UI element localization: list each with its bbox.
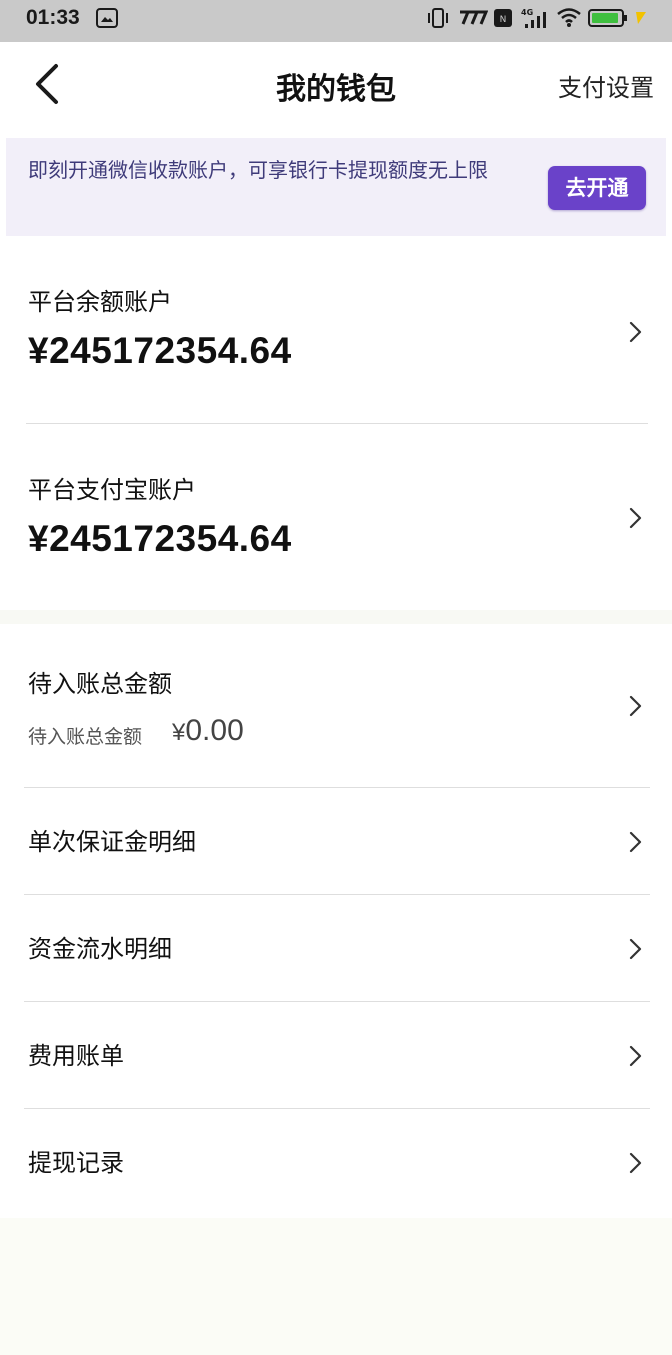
banner-text: 即刻开通微信收款账户，可享银行卡提现额度无上限	[28, 158, 488, 182]
pending-label: 待入账总金额	[28, 670, 172, 698]
status-bar: 01:33 N 4G	[0, 0, 672, 42]
pending-sub-label: 待入账总金额	[28, 726, 143, 748]
activate-button[interactable]: 去开通	[548, 166, 646, 210]
section-separator	[0, 610, 672, 624]
currency-symbol: ¥	[172, 719, 186, 746]
menu-label: 费用账单	[28, 1042, 124, 1070]
network-speed-icon	[458, 10, 489, 30]
wifi-icon	[556, 6, 582, 32]
account-label: 平台余额账户	[28, 288, 172, 316]
nfc-icon: N	[493, 8, 513, 32]
gallery-icon	[96, 8, 118, 32]
pending-amount-value: 0.00	[185, 714, 244, 747]
chevron-right-icon	[629, 1152, 642, 1174]
platform-balance-account[interactable]: 平台余额账户 ¥245172354.64	[0, 236, 672, 424]
svg-text:N: N	[500, 15, 507, 25]
nav-bar: 我的钱包 支付设置	[0, 42, 672, 138]
chevron-right-icon	[629, 507, 642, 529]
wechat-account-banner: 即刻开通微信收款账户，可享银行卡提现额度无上限 去开通	[6, 138, 666, 236]
account-amount: ¥245172354.64	[28, 518, 292, 559]
pending-amount: ¥0.00	[172, 714, 244, 748]
bottom-empty-area	[0, 1218, 672, 1355]
deposit-details-row[interactable]: 单次保证金明细	[0, 788, 672, 894]
account-label: 平台支付宝账户	[28, 476, 196, 504]
withdrawal-records-row[interactable]: 提现记录	[0, 1109, 672, 1215]
menu-label: 提现记录	[28, 1149, 124, 1177]
fund-flow-row[interactable]: 资金流水明细	[0, 895, 672, 1001]
chevron-right-icon	[629, 831, 642, 853]
cellular-4g-icon: 4G	[521, 6, 549, 34]
menu-label: 单次保证金明细	[28, 828, 196, 856]
menu-label: 资金流水明细	[28, 935, 172, 963]
vibrate-icon	[426, 7, 450, 33]
pay-settings-link[interactable]: 支付设置	[558, 68, 654, 103]
chevron-right-icon	[629, 1045, 642, 1067]
status-time: 01:33	[26, 6, 80, 29]
chevron-right-icon	[629, 695, 642, 717]
battery-charging-icon	[588, 8, 650, 32]
fee-bill-row[interactable]: 费用账单	[0, 1002, 672, 1108]
chevron-right-icon	[629, 938, 642, 960]
chevron-right-icon	[629, 321, 642, 343]
pending-total-row[interactable]: 待入账总金额 待入账总金额 ¥0.00	[0, 624, 672, 787]
svg-text:4G: 4G	[521, 8, 533, 17]
platform-alipay-account[interactable]: 平台支付宝账户 ¥245172354.64	[0, 424, 672, 612]
account-amount: ¥245172354.64	[28, 330, 292, 371]
